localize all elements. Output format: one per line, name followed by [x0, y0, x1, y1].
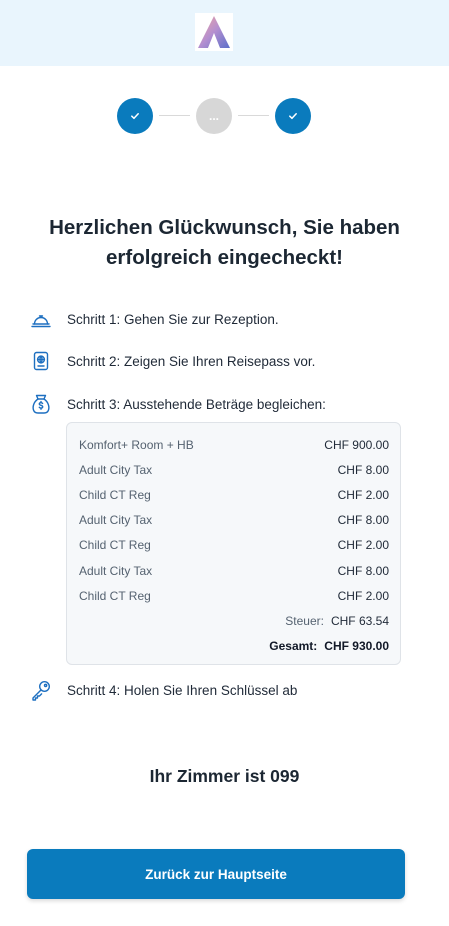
instruction-step-3-text: Schritt 3: Ausstehende Beträge begleiche… [67, 396, 326, 412]
cost-row: Child CT Reg CHF 2.00 [79, 533, 389, 558]
page-title: Herzlichen Glückwunsch, Sie haben erfolg… [20, 213, 429, 273]
outstanding-amounts-box: Komfort+ Room + HB CHF 900.00 Adult City… [66, 422, 401, 665]
cost-label: Adult City Tax [79, 563, 153, 578]
instruction-step-1-text: Schritt 1: Gehen Sie zur Rezeption. [67, 311, 279, 327]
total-row: Gesamt: CHF 930.00 [79, 634, 389, 659]
step-3-done-indicator [275, 98, 311, 134]
cost-row: Child CT Reg CHF 2.00 [79, 583, 389, 608]
instruction-step-2: Schritt 2: Zeigen Sie Ihren Reisepass vo… [29, 348, 315, 374]
cost-amount: CHF 8.00 [337, 462, 389, 477]
passport-icon [29, 349, 53, 373]
cost-label: Adult City Tax [79, 462, 153, 477]
cost-label: Child CT Reg [79, 487, 151, 502]
cost-label: Adult City Tax [79, 513, 153, 528]
cost-amount: CHF 8.00 [337, 513, 389, 528]
cost-amount: CHF 8.00 [337, 563, 389, 578]
title-line-1: Herzlichen Glückwunsch, Sie haben [49, 216, 400, 239]
cost-row: Adult City Tax CHF 8.00 [79, 508, 389, 533]
brand-a-logo-icon [195, 13, 233, 51]
back-to-home-button[interactable]: Zurück zur Hauptseite [27, 849, 405, 899]
instruction-step-4: Schritt 4: Holen Sie Ihren Schlüssel ab [29, 677, 297, 703]
stepper-connector [238, 115, 269, 116]
cost-row: Child CT Reg CHF 2.00 [79, 482, 389, 507]
money-bag-icon [29, 392, 53, 416]
cost-row: Adult City Tax CHF 8.00 [79, 457, 389, 482]
instruction-step-2-text: Schritt 2: Zeigen Sie Ihren Reisepass vo… [67, 353, 316, 369]
cost-amount: CHF 2.00 [337, 487, 389, 502]
tax-row: Steuer: CHF 63.54 [79, 608, 389, 633]
reception-bell-icon [29, 307, 53, 331]
cost-label: Child CT Reg [79, 538, 151, 553]
cost-row: Komfort+ Room + HB CHF 900.00 [79, 432, 389, 457]
cost-amount: CHF 900.00 [324, 437, 389, 452]
cost-amount: CHF 2.00 [337, 588, 389, 603]
instruction-step-4-text: Schritt 4: Holen Sie Ihren Schlüssel ab [67, 682, 298, 698]
step-1-done-indicator [117, 98, 153, 134]
tax-value: CHF 63.54 [330, 613, 389, 628]
total-value: CHF 930.00 [324, 639, 389, 654]
step-2-pending-indicator: ... [196, 98, 232, 134]
progress-stepper: ... [0, 98, 449, 134]
key-icon [29, 678, 53, 702]
tax-label: Steuer: [285, 613, 324, 628]
instruction-step-1: Schritt 1: Gehen Sie zur Rezeption. [29, 306, 279, 332]
cost-label: Komfort+ Room + HB [79, 437, 194, 452]
step-2-label: ... [208, 109, 219, 123]
check-icon [131, 113, 139, 120]
cost-label: Child CT Reg [79, 588, 151, 603]
total-label: Gesamt: [269, 639, 318, 654]
check-icon [289, 113, 297, 120]
room-number-text: Ihr Zimmer ist 099 [149, 766, 300, 786]
instruction-step-3: Schritt 3: Ausstehende Beträge begleiche… [29, 391, 326, 417]
stepper-connector [159, 115, 190, 116]
cost-amount: CHF 2.00 [337, 538, 389, 553]
cost-row: Adult City Tax CHF 8.00 [79, 558, 389, 583]
header-bar [0, 0, 449, 66]
title-line-2: erfolgreich eingecheckt! [106, 246, 343, 269]
